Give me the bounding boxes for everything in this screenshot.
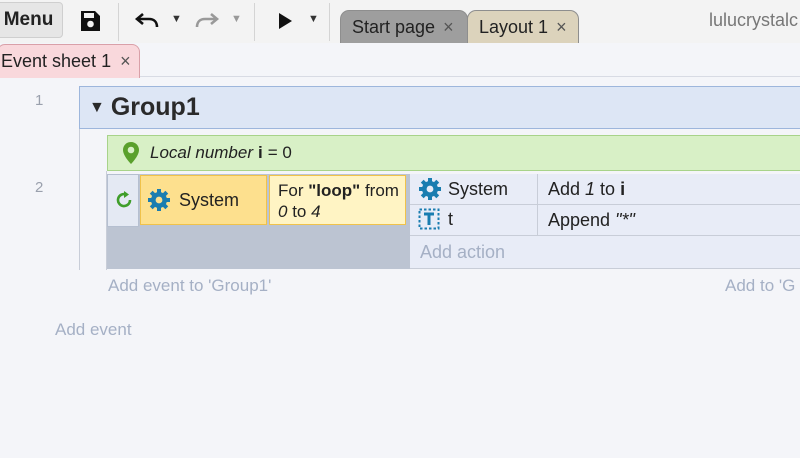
tab-layout-1[interactable]: Layout 1 × <box>467 10 579 43</box>
add-event-link[interactable]: Add event <box>55 320 132 340</box>
undo-icon[interactable] <box>133 8 161 34</box>
action-row[interactable]: t Append "*" <box>410 205 800 236</box>
redo-dropdown-icon[interactable]: ▼ <box>231 13 242 25</box>
group-header[interactable]: ▼ Group1 <box>79 86 800 129</box>
condition-text[interactable]: For "loop" from 0 to 4 <box>269 175 406 225</box>
menu-button[interactable]: Menu <box>0 2 63 38</box>
action-object: t <box>418 208 453 230</box>
collapse-triangle-icon[interactable]: ▼ <box>89 99 105 117</box>
action-divider <box>537 174 538 205</box>
local-variable-type: Local number <box>150 143 254 162</box>
action-text-part: Append <box>548 210 616 230</box>
text-object-icon <box>418 208 440 230</box>
row-number: 2 <box>35 179 44 196</box>
toolbar-divider <box>118 3 119 41</box>
add-to-group-link[interactable]: Add to 'G <box>725 276 795 296</box>
tab-event-sheet-1[interactable]: Event sheet 1 × <box>0 44 140 78</box>
tab-start-page[interactable]: Start page × <box>340 10 468 43</box>
action-divider <box>537 205 538 236</box>
loop-name: "loop" <box>308 181 361 200</box>
action-text: Append "*" <box>548 210 635 231</box>
local-variable-name: i <box>258 143 263 162</box>
row-number: 1 <box>35 92 44 109</box>
local-variable-value: = 0 <box>267 143 292 162</box>
group-name: Group1 <box>110 93 200 121</box>
add-action-link[interactable]: Add action <box>420 242 505 263</box>
play-icon[interactable] <box>274 9 296 33</box>
action-variable: i <box>620 179 626 199</box>
tab-label: Start page <box>352 16 436 37</box>
tab-label: Layout 1 <box>479 16 549 37</box>
redo-icon[interactable] <box>193 8 221 34</box>
close-icon[interactable]: × <box>556 17 567 38</box>
action-object-name: System <box>448 178 509 199</box>
condition-object[interactable]: System <box>140 175 267 225</box>
action-row[interactable]: System Add 1 to i <box>410 174 800 205</box>
gear-icon <box>418 177 442 201</box>
tab-label: Event sheet 1 <box>1 51 112 71</box>
pin-icon <box>122 141 140 165</box>
action-object-name: t <box>448 208 454 229</box>
undo-dropdown-icon[interactable]: ▼ <box>171 13 182 25</box>
add-event-to-group-link[interactable]: Add event to 'Group1' <box>108 276 271 296</box>
loop-icon <box>114 190 134 210</box>
play-dropdown-icon[interactable]: ▼ <box>308 13 319 25</box>
condition-object-name: System <box>179 189 240 210</box>
group-guide-line <box>79 129 80 270</box>
action-text: Add 1 to i <box>548 179 625 200</box>
action-value: 1 <box>585 179 596 199</box>
gear-icon <box>147 188 171 212</box>
condition-text-part: to <box>287 202 312 221</box>
action-object: System <box>418 177 508 201</box>
action-text-part: Add <box>548 179 586 199</box>
event-margin[interactable] <box>107 174 139 227</box>
close-icon[interactable]: × <box>443 17 454 38</box>
save-icon[interactable] <box>77 8 103 34</box>
loop-end: 4 <box>311 202 321 221</box>
action-text-part: to <box>595 179 621 199</box>
action-value: "*" <box>615 210 635 230</box>
condition-text-part: from <box>360 181 399 200</box>
close-icon[interactable]: × <box>120 51 131 72</box>
user-name: lulucrystalc <box>709 10 799 30</box>
toolbar-divider <box>329 3 330 41</box>
local-variable-row[interactable]: Local number i = 0 <box>107 135 800 171</box>
condition-text-part: For <box>278 181 309 200</box>
toolbar-divider <box>254 3 255 41</box>
